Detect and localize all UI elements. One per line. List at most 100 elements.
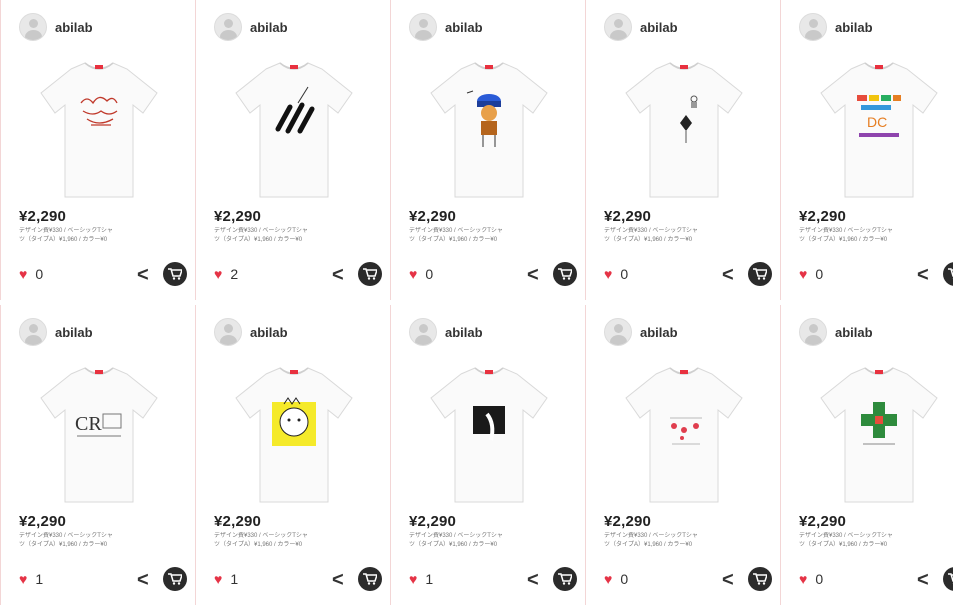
creator-name[interactable]: abilab	[835, 20, 873, 35]
product-card[interactable]: abilab ¥2,290 デザイン費¥330 / ベーシックTシャ ツ（タイプA）¥…	[585, 0, 781, 300]
creator-name[interactable]: abilab	[640, 325, 678, 340]
creator-info[interactable]: abilab	[19, 12, 93, 42]
like-count: 1	[230, 571, 239, 587]
product-price: ¥2,290	[799, 513, 847, 530]
cart-button[interactable]	[163, 262, 187, 286]
price-breakdown-line: デザイン費¥330 / ベーシックTシャ	[214, 533, 308, 539]
cart-button[interactable]	[553, 262, 577, 286]
creator-name[interactable]: abilab	[445, 325, 483, 340]
price-breakdown: デザイン費¥330 / ベーシックTシャ ツ（タイプA）¥1,960 / カラー¥…	[799, 532, 953, 550]
heart-icon[interactable]: ♥	[799, 572, 807, 586]
creator-name[interactable]: abilab	[55, 20, 93, 35]
cart-button[interactable]	[358, 567, 382, 591]
avatar[interactable]	[604, 318, 632, 346]
avatar[interactable]	[409, 318, 437, 346]
creator-name[interactable]: abilab	[445, 20, 483, 35]
cart-button[interactable]	[358, 262, 382, 286]
tshirt-image[interactable]	[427, 55, 551, 205]
tshirt-image[interactable]	[817, 360, 941, 510]
product-card[interactable]: abilab DC ¥2,290 デザイン費¥330 / ベーシックTシャ ツ（タイプA…	[780, 0, 953, 300]
share-icon[interactable]: <	[722, 570, 734, 590]
heart-icon[interactable]: ♥	[214, 267, 222, 281]
avatar[interactable]	[214, 318, 242, 346]
tshirt-image[interactable]	[232, 360, 356, 510]
creator-info[interactable]: abilab	[19, 317, 93, 347]
heart-icon[interactable]: ♥	[409, 267, 417, 281]
cart-button[interactable]	[163, 567, 187, 591]
product-card[interactable]: abilab ¥2,290 デザイン費¥330 / ベーシックTシャ ツ（タイプA）¥…	[0, 0, 196, 300]
creator-info[interactable]: abilab	[214, 12, 288, 42]
creator-info[interactable]: abilab	[214, 317, 288, 347]
share-icon[interactable]: <	[332, 570, 344, 590]
card-actions: ♥ 1 <	[214, 567, 392, 593]
tshirt-image[interactable]	[37, 55, 161, 205]
creator-name[interactable]: abilab	[250, 20, 288, 35]
like-button[interactable]: ♥ 0	[799, 571, 823, 587]
avatar[interactable]	[19, 13, 47, 41]
avatar[interactable]	[799, 13, 827, 41]
like-button[interactable]: ♥ 0	[604, 571, 628, 587]
cart-button[interactable]	[748, 567, 772, 591]
like-button[interactable]: ♥ 0	[799, 266, 823, 282]
share-icon[interactable]: <	[137, 570, 149, 590]
avatar[interactable]	[214, 13, 242, 41]
product-card[interactable]: abilab ¥2,290 デザイン費¥330 / ベーシックTシャ ツ（タイプA）¥…	[585, 305, 781, 605]
share-icon[interactable]: <	[527, 265, 539, 285]
share-icon[interactable]: <	[722, 265, 734, 285]
product-card[interactable]: abilab ¥2,290 デザイン費¥330 / ベーシックTシャ ツ（タイプA）¥…	[195, 305, 391, 605]
heart-icon[interactable]: ♥	[799, 267, 807, 281]
share-icon[interactable]: <	[527, 570, 539, 590]
product-price: ¥2,290	[19, 513, 67, 530]
card-actions: ♥ 1 <	[409, 567, 587, 593]
avatar[interactable]	[19, 318, 47, 346]
share-icon[interactable]: <	[332, 265, 344, 285]
like-button[interactable]: ♥ 1	[19, 571, 43, 587]
tshirt-image[interactable]	[232, 55, 356, 205]
like-button[interactable]: ♥ 1	[409, 571, 433, 587]
product-card[interactable]: abilab ¥2,290 デザイン費¥330 / ベーシックTシャ ツ（タイプA）¥…	[390, 0, 586, 300]
share-icon[interactable]: <	[917, 570, 929, 590]
creator-name[interactable]: abilab	[250, 325, 288, 340]
avatar[interactable]	[799, 318, 827, 346]
heart-icon[interactable]: ♥	[19, 267, 27, 281]
avatar[interactable]	[604, 13, 632, 41]
tshirt-image[interactable]	[427, 360, 551, 510]
like-button[interactable]: ♥ 0	[604, 266, 628, 282]
like-button[interactable]: ♥ 0	[409, 266, 433, 282]
tshirt-image[interactable]	[622, 55, 746, 205]
creator-info[interactable]: abilab	[799, 317, 873, 347]
cart-button[interactable]	[748, 262, 772, 286]
product-card[interactable]: abilab CR ¥2,290 デザイン費¥330 / ベーシックTシャ ツ（タイプA…	[0, 305, 196, 605]
product-card[interactable]: abilab ¥2,290 デザイン費¥330 / ベーシックTシャ ツ（タイプA）¥…	[195, 0, 391, 300]
like-button[interactable]: ♥ 2	[214, 266, 238, 282]
creator-name[interactable]: abilab	[55, 325, 93, 340]
price-breakdown: デザイン費¥330 / ベーシックTシャ ツ（タイプA）¥1,960 / カラー¥…	[19, 227, 177, 245]
cart-button[interactable]	[943, 262, 953, 286]
creator-info[interactable]: abilab	[604, 317, 678, 347]
creator-info[interactable]: abilab	[409, 12, 483, 42]
price-breakdown-line: ツ（タイプA）¥1,960 / カラー¥0	[19, 237, 108, 243]
share-icon[interactable]: <	[917, 265, 929, 285]
creator-info[interactable]: abilab	[604, 12, 678, 42]
heart-icon[interactable]: ♥	[604, 267, 612, 281]
heart-icon[interactable]: ♥	[19, 572, 27, 586]
heart-icon[interactable]: ♥	[214, 572, 222, 586]
avatar[interactable]	[409, 13, 437, 41]
tshirt-image[interactable]: DC	[817, 55, 941, 205]
heart-icon[interactable]: ♥	[409, 572, 417, 586]
tshirt-image[interactable]: CR	[37, 360, 161, 510]
creator-name[interactable]: abilab	[640, 20, 678, 35]
heart-icon[interactable]: ♥	[604, 572, 612, 586]
product-card[interactable]: abilab ¥2,290 デザイン費¥330 / ベーシックTシャ ツ（タイプA）¥…	[390, 305, 586, 605]
like-button[interactable]: ♥ 1	[214, 571, 238, 587]
tshirt-image[interactable]	[622, 360, 746, 510]
like-button[interactable]: ♥ 0	[19, 266, 43, 282]
card-actions: ♥ 0 <	[604, 262, 782, 288]
creator-info[interactable]: abilab	[409, 317, 483, 347]
share-icon[interactable]: <	[137, 265, 149, 285]
cart-button[interactable]	[943, 567, 953, 591]
cart-button[interactable]	[553, 567, 577, 591]
product-card[interactable]: abilab ¥2,290 デザイン費¥330 / ベーシックTシャ ツ（タイプA）¥…	[780, 305, 953, 605]
creator-name[interactable]: abilab	[835, 325, 873, 340]
creator-info[interactable]: abilab	[799, 12, 873, 42]
